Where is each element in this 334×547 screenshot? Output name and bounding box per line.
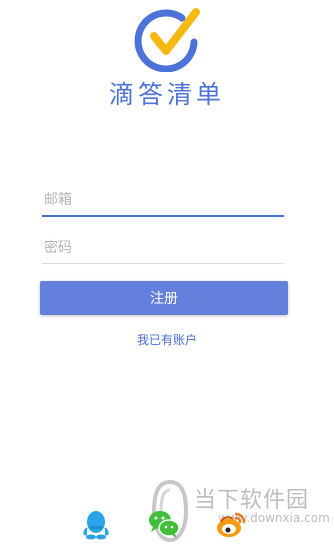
app-logo-icon	[134, 8, 200, 72]
password-field-container	[42, 233, 284, 264]
wechat-icon[interactable]	[148, 508, 180, 540]
email-field-container	[42, 185, 284, 217]
qq-icon[interactable]	[80, 508, 112, 540]
password-field[interactable]	[42, 233, 284, 263]
weibo-icon[interactable]	[215, 508, 247, 540]
register-button-label: 注册	[150, 291, 178, 307]
brand-name: 滴答清单	[108, 80, 225, 109]
watermark-title: 当下软件园	[194, 488, 310, 513]
register-screen: 滴答清单 注册 我已有账户 当下软件园 www.downxia.com	[0, 0, 334, 547]
register-button[interactable]: 注册	[40, 281, 288, 315]
email-field[interactable]	[42, 185, 284, 215]
have-account-link[interactable]: 我已有账户	[0, 331, 334, 348]
